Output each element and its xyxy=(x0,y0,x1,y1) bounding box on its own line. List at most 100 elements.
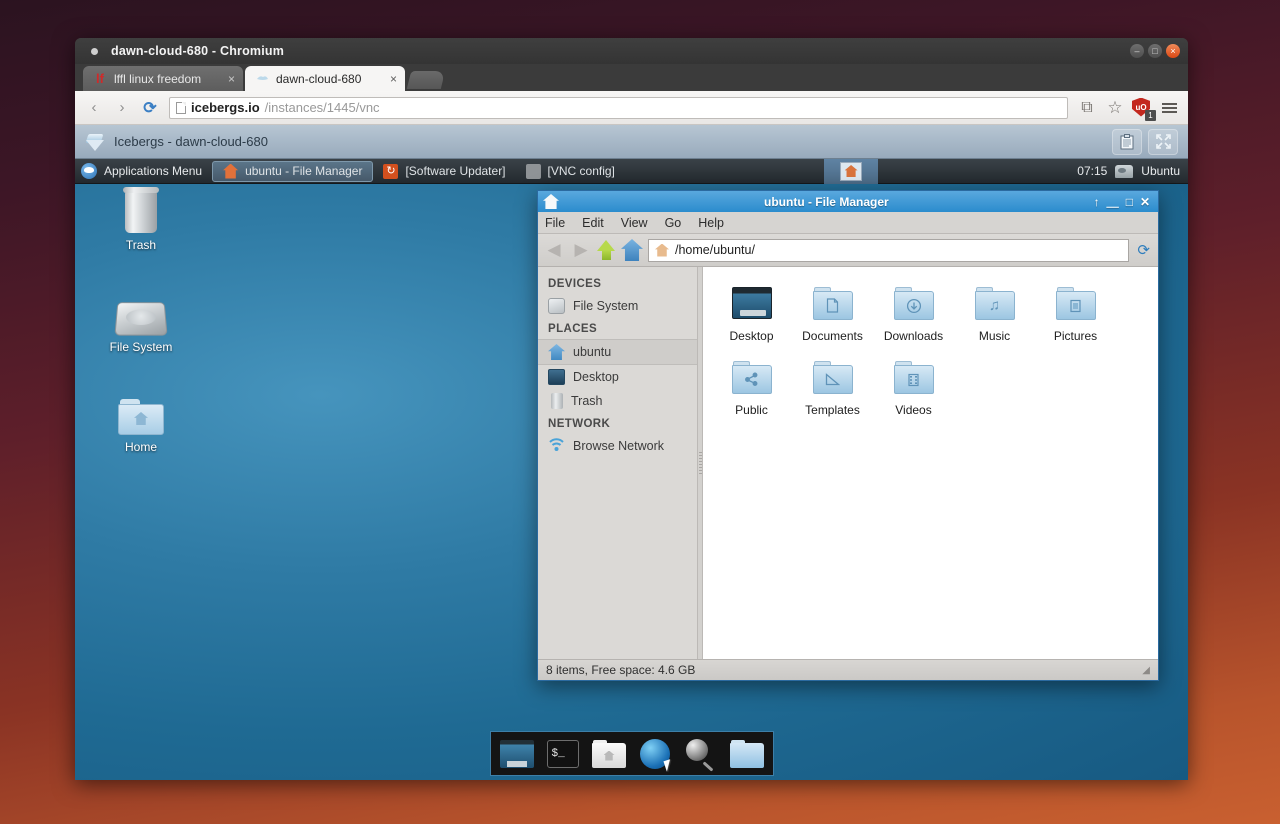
reload-button[interactable]: ⟳ xyxy=(1134,241,1153,259)
sidebar-item-file-system[interactable]: File System xyxy=(538,294,697,318)
chromium-window-controls: – □ × xyxy=(1130,44,1180,58)
reload-icon[interactable]: ⟳ xyxy=(139,97,161,119)
file-item-label: Public xyxy=(711,403,792,417)
sidebar-item-ubuntu[interactable]: ubuntu xyxy=(538,339,697,365)
icebergs-page-title: Icebergs - dawn-cloud-680 xyxy=(114,134,268,149)
dock-item-terminal[interactable]: $_ xyxy=(542,735,584,773)
tab-close-icon[interactable]: × xyxy=(228,72,235,86)
sidebar-item-label: ubuntu xyxy=(573,345,611,359)
forward-button[interactable]: ▶ xyxy=(570,239,592,261)
bookmark-star-icon[interactable]: ☆ xyxy=(1104,97,1126,119)
forward-icon[interactable]: › xyxy=(111,97,133,119)
workspace-switcher[interactable] xyxy=(824,159,878,183)
minimize-button[interactable]: ＿ xyxy=(1107,193,1119,210)
menu-file[interactable]: File xyxy=(545,216,565,230)
xfce-panel: Applications Menu ubuntu - File Manager … xyxy=(75,159,1188,184)
file-manager-toolbar: ◀ ▶ /home/ubuntu/ ⟳ xyxy=(538,234,1158,267)
file-list-pane[interactable]: Desktop Documents xyxy=(703,267,1158,659)
desktop-icon-trash[interactable]: Trash xyxy=(95,185,187,252)
menu-view[interactable]: View xyxy=(621,216,648,230)
taskbar-item-vnc-config[interactable]: [VNC config] xyxy=(516,161,625,182)
chromium-window-title: dawn-cloud-680 - Chromium xyxy=(111,44,284,58)
sidebar-item-label: Trash xyxy=(571,394,603,408)
back-icon[interactable]: ‹ xyxy=(83,97,105,119)
desktop-icon-label: File System xyxy=(95,340,187,354)
close-button[interactable]: × xyxy=(1166,44,1180,58)
back-button[interactable]: ◀ xyxy=(543,239,565,261)
taskbar-item-software-updater[interactable]: [Software Updater] xyxy=(373,161,515,182)
close-button[interactable]: ✕ xyxy=(1140,195,1150,209)
shade-button[interactable]: ↑ xyxy=(1094,195,1100,209)
dock-item-show-desktop[interactable] xyxy=(496,735,538,773)
home-button[interactable] xyxy=(621,239,643,261)
home-icon xyxy=(223,164,238,179)
home-icon xyxy=(548,344,565,360)
clock[interactable]: 07:15 xyxy=(1077,164,1107,178)
window-icon xyxy=(526,164,541,179)
xfce-mouse-icon xyxy=(81,163,97,179)
menu-go[interactable]: Go xyxy=(665,216,682,230)
dock-item-web-browser[interactable] xyxy=(634,735,676,773)
sidebar-item-desktop[interactable]: Desktop xyxy=(538,365,697,389)
taskbar-item-file-manager[interactable]: ubuntu - File Manager xyxy=(212,161,373,182)
share-icon xyxy=(743,371,761,389)
desktop-icon-label: Home xyxy=(95,440,187,454)
file-item-templates[interactable]: Templates xyxy=(792,351,873,425)
icebergs-page-header: Icebergs - dawn-cloud-680 xyxy=(75,125,1188,159)
user-avatar-icon xyxy=(1115,165,1133,178)
chromium-titlebar[interactable]: dawn-cloud-680 - Chromium – □ × xyxy=(75,38,1188,64)
home-folder-icon xyxy=(95,387,187,435)
applications-menu-label: Applications Menu xyxy=(104,164,202,178)
file-manager-statusbar: 8 items, Free space: 4.6 GB ◢ xyxy=(538,659,1158,680)
file-item-videos[interactable]: Videos xyxy=(873,351,954,425)
desktop-icon-file-system[interactable]: File System xyxy=(95,287,187,354)
sidebar-item-trash[interactable]: Trash xyxy=(538,389,697,413)
dock-item-home-folder[interactable] xyxy=(588,735,630,773)
address-bar[interactable]: icebergs.io/instances/1445/vnc xyxy=(169,97,1068,119)
file-item-pictures[interactable]: Pictures xyxy=(1035,277,1116,351)
maximize-button[interactable]: □ xyxy=(1126,195,1133,209)
browser-tab-dawn-cloud[interactable]: dawn-cloud-680 × xyxy=(245,66,405,91)
menu-help[interactable]: Help xyxy=(698,216,724,230)
tab-close-icon[interactable]: × xyxy=(390,72,397,86)
fullscreen-button[interactable] xyxy=(1148,129,1178,155)
window-menu-dot[interactable] xyxy=(91,48,98,55)
resize-grip[interactable]: ◢ xyxy=(1142,665,1150,676)
dock-item-file-manager[interactable] xyxy=(726,735,768,773)
sidebar-item-label: Browse Network xyxy=(573,439,664,453)
up-arrow-icon[interactable] xyxy=(597,239,616,261)
tab-label: dawn-cloud-680 xyxy=(276,72,384,86)
home-icon xyxy=(655,244,669,257)
applications-menu-button[interactable]: Applications Menu xyxy=(75,159,212,183)
pictures-icon xyxy=(1067,297,1085,315)
path-input[interactable]: /home/ubuntu/ xyxy=(648,239,1129,262)
chromium-menu-button[interactable] xyxy=(1158,97,1180,119)
sidebar-item-browse-network[interactable]: Browse Network xyxy=(538,434,697,458)
file-manager-titlebar[interactable]: ubuntu - File Manager ↑ ＿ □ ✕ xyxy=(538,191,1158,212)
file-item-public[interactable]: Public xyxy=(711,351,792,425)
icebergs-icon xyxy=(255,72,269,86)
minimize-button[interactable]: – xyxy=(1130,44,1144,58)
pictures-folder-icon xyxy=(1035,281,1116,325)
new-tab-button[interactable] xyxy=(407,71,445,89)
vnc-desktop-canvas[interactable]: Applications Menu ubuntu - File Manager … xyxy=(75,159,1188,780)
translate-icon[interactable]: ⧉ xyxy=(1076,97,1098,119)
ublock-extension-button[interactable]: uO 1 xyxy=(1132,98,1152,118)
browser-tab-lffl[interactable]: lf lffl linux freedom × xyxy=(83,66,243,91)
file-item-desktop[interactable]: Desktop xyxy=(711,277,792,351)
workspace-1[interactable] xyxy=(824,159,878,184)
tab-label: lffl linux freedom xyxy=(114,72,222,86)
desktop-icon-home[interactable]: Home xyxy=(95,387,187,454)
file-item-documents[interactable]: Documents xyxy=(792,277,873,351)
dock-item-search[interactable] xyxy=(680,735,722,773)
file-item-music[interactable]: ♫ Music xyxy=(954,277,1035,351)
file-item-label: Pictures xyxy=(1035,329,1116,343)
file-item-downloads[interactable]: Downloads xyxy=(873,277,954,351)
user-name[interactable]: Ubuntu xyxy=(1141,164,1180,178)
menu-edit[interactable]: Edit xyxy=(582,216,604,230)
maximize-button[interactable]: □ xyxy=(1148,44,1162,58)
page-info-icon[interactable] xyxy=(176,102,186,114)
clipboard-button[interactable] xyxy=(1112,129,1142,155)
network-icon xyxy=(548,438,565,454)
monitor-icon xyxy=(548,369,565,385)
